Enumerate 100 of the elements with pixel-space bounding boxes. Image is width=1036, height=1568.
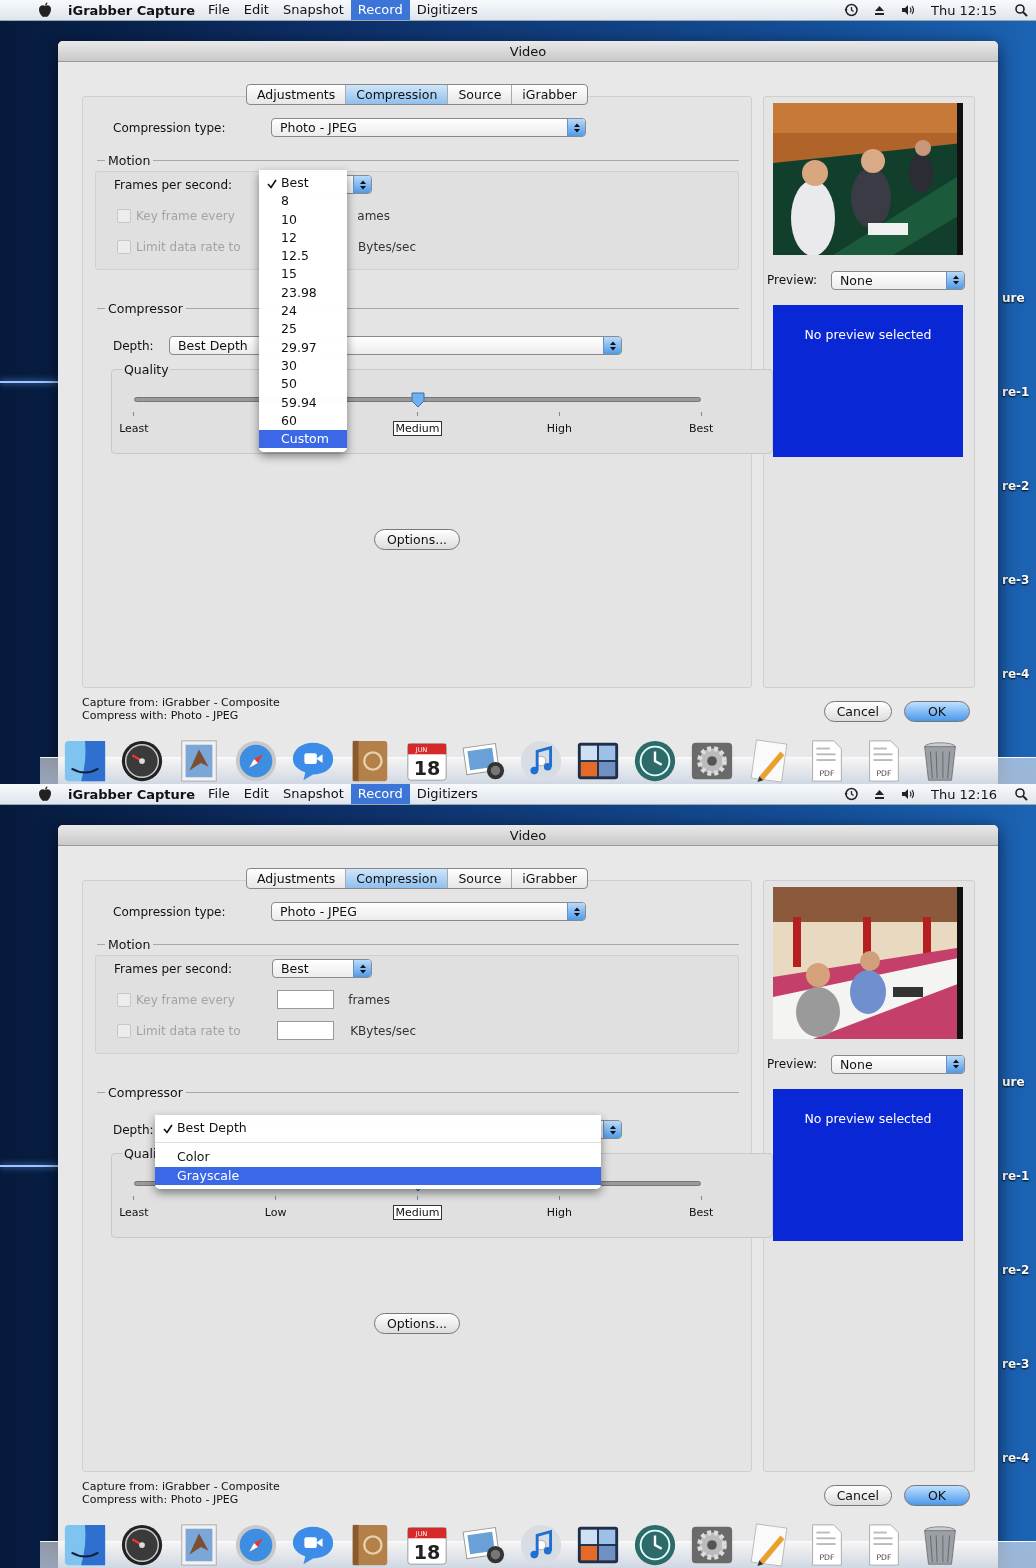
speaker-icon[interactable] [901,788,915,800]
menu-title[interactable]: File [201,0,237,20]
popup-button[interactable]: None [831,270,965,290]
popup-button[interactable]: None [831,1054,965,1074]
clock-icon[interactable] [632,1522,678,1568]
popup-arrows-icon [567,119,585,136]
popup-arrows-icon [567,903,585,920]
popup-button[interactable]: Photo - JPEG [271,118,586,137]
popup-arrows-icon [603,337,621,354]
menu-title[interactable]: Snapshot [275,0,351,20]
menu-item[interactable]: 59.94 [259,393,347,412]
history-clock-icon[interactable] [844,3,858,17]
field-label: Frames per second: [114,961,234,976]
menu-title[interactable]: Edit [236,0,276,20]
menu-item[interactable]: 24 [259,302,347,321]
popup-button[interactable]: Photo - JPEG [271,902,586,921]
eject-icon[interactable] [874,4,885,16]
tick-label: High [545,1206,573,1219]
dialog-button[interactable]: Cancel [823,701,892,722]
tab[interactable]: Adjustments [247,85,346,104]
options-button[interactable]: Options... [373,1313,461,1334]
menu-title[interactable]: Record [350,0,410,20]
tab[interactable]: iGrabber [511,85,587,104]
tab[interactable]: Source [447,85,512,104]
tick-label: Low [263,1206,288,1219]
split-square-icon[interactable] [62,1522,108,1568]
dialog-button[interactable]: OK [904,701,970,722]
status-line: Capture from: iGrabber - Composite [82,1480,280,1493]
gauge-icon[interactable] [119,1522,165,1568]
menu-title[interactable]: Edit [236,784,276,804]
menu-item[interactable]: Custom [259,430,347,449]
menu-item[interactable]: 23.98 [259,283,347,303]
clock-icon[interactable] [632,738,678,784]
tab[interactable]: Compression [345,869,448,888]
desktop-icon-label: re-2 [1002,1263,1030,1277]
tab[interactable]: Compression [345,85,448,104]
menu-title[interactable]: Record [350,784,410,804]
menu-item[interactable]: Color [155,1148,601,1167]
desktop-icon-label: ure [1002,291,1025,305]
tab[interactable]: iGrabber [511,869,587,888]
desktop-icon-label: re-4 [1002,667,1030,681]
input-field[interactable] [277,1021,334,1040]
popup-arrows-icon [946,1055,964,1073]
menu-item[interactable]: 8 [259,192,347,211]
menu-item[interactable]: Best [259,174,347,193]
unit-label: Bytes/sec [357,239,416,254]
popup-arrows-icon [946,271,964,289]
menu-title[interactable]: Digitizers [409,0,485,20]
tick-label: Medium [392,1205,443,1220]
desktop-icon-label: re-1 [1002,385,1030,399]
tab[interactable]: Adjustments [247,869,346,888]
menu-item[interactable]: Grayscale [155,1166,601,1185]
slider-thumb[interactable] [410,391,425,409]
clock-text[interactable]: Thu 12:15 [931,2,997,18]
tick-label: High [545,422,573,435]
dialog-button[interactable]: Cancel [823,1485,892,1506]
search-icon[interactable] [1015,787,1028,801]
menu-item[interactable]: 15 [259,265,347,284]
speaker-icon[interactable] [901,4,915,16]
split-square-icon[interactable] [62,738,108,784]
desktop-icon-label: re-3 [1002,573,1030,587]
eject-icon[interactable] [874,788,885,800]
search-icon[interactable] [1015,3,1028,17]
apple-icon[interactable] [38,786,52,802]
menu-item[interactable]: 29.97 [259,338,347,357]
apple-icon[interactable] [38,2,52,18]
tick-label: Least [118,422,150,435]
checkbox-label: Key frame every [136,208,236,223]
menu-item[interactable]: 12.5 [259,247,347,266]
menu-item[interactable]: Best Depth [155,1119,601,1138]
input-field[interactable] [277,990,334,1009]
options-button[interactable]: Options... [373,529,461,550]
desktop-icon-label: re-4 [1002,1451,1030,1465]
gauge-icon[interactable] [119,738,165,784]
field-label: Compression type: [113,120,227,135]
popup-button[interactable]: Best [272,959,372,978]
menu-item[interactable]: 12 [259,228,347,248]
menu-title[interactable]: Snapshot [275,784,351,804]
history-clock-icon[interactable] [844,787,858,801]
popup-arrows-icon [603,1121,621,1138]
tab[interactable]: Source [447,869,512,888]
section-title: Motion [107,936,152,952]
desktop-icon-label: re-1 [1002,1169,1030,1183]
compass-icon[interactable] [233,1522,279,1568]
dialog-button[interactable]: OK [904,1485,970,1506]
menu-item[interactable]: 60 [259,411,347,431]
desktop-icon-label: ure [1002,1075,1025,1089]
app-name[interactable]: iGrabber Capture [68,786,195,802]
menu-item[interactable]: 50 [259,375,347,394]
app-name[interactable]: iGrabber Capture [68,2,195,18]
menu-item[interactable]: 30 [259,356,347,376]
unit-label: frames [347,992,390,1007]
group-title: Quali [123,1146,158,1161]
tick-label: Least [118,1206,150,1219]
menu-item[interactable]: 25 [259,320,347,339]
clock-text[interactable]: Thu 12:16 [931,786,997,802]
compass-icon[interactable] [233,738,279,784]
menu-title[interactable]: Digitizers [409,784,485,804]
menu-item[interactable]: 10 [259,210,347,229]
menu-title[interactable]: File [201,784,237,804]
